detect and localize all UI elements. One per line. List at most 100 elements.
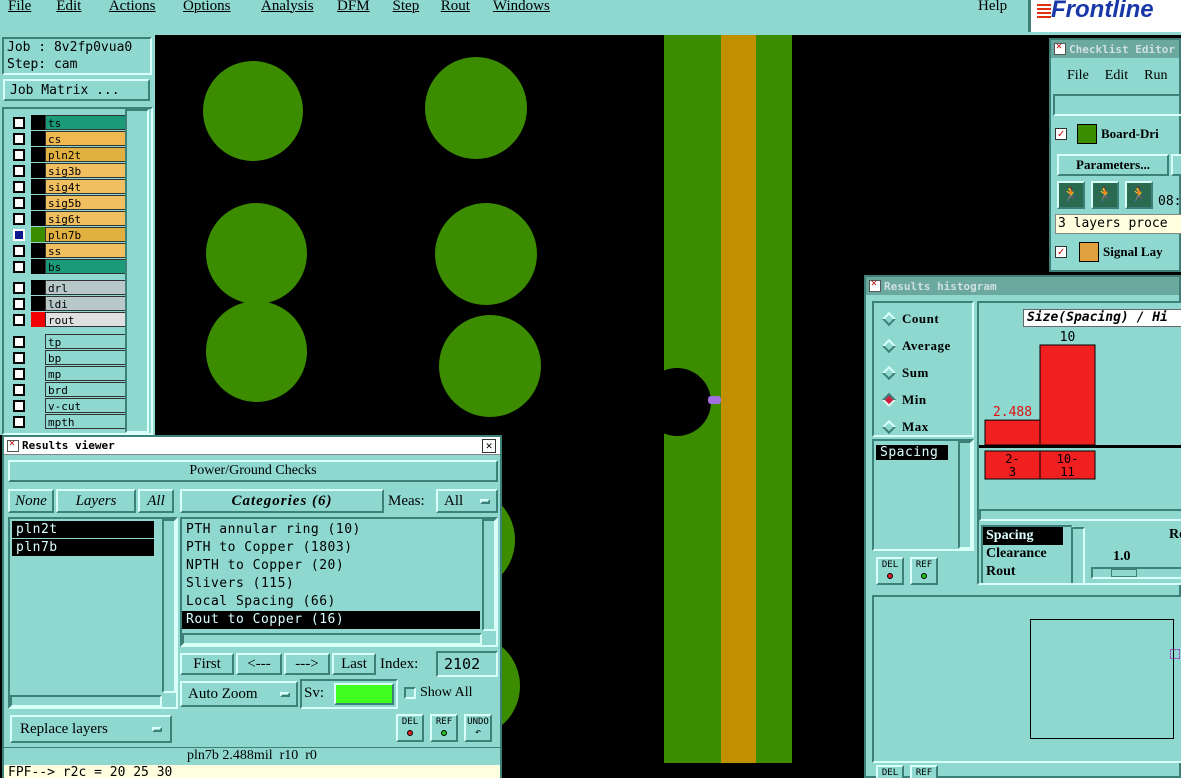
radio-diamond-icon[interactable]: [881, 311, 897, 326]
parameters-button[interactable]: Parameters...: [1057, 154, 1169, 176]
slider-thumb[interactable]: [1111, 569, 1137, 577]
layer-row-mpth[interactable]: mpth: [9, 414, 127, 429]
checklist-menu-edit[interactable]: Edit: [1105, 68, 1128, 84]
menu-item-options[interactable]: Options: [183, 0, 231, 15]
mode-radio-min[interactable]: Min: [874, 386, 972, 413]
layer-color-swatch[interactable]: [31, 350, 45, 365]
layer-checkbox-icon[interactable]: [13, 313, 25, 326]
layer-color-swatch[interactable]: [31, 259, 45, 274]
layer-row-ss[interactable]: ss: [9, 243, 127, 258]
replace-layers-button[interactable]: Replace layers: [10, 715, 172, 743]
histogram-ref-button-2[interactable]: REF: [910, 765, 938, 778]
job-matrix-button[interactable]: Job Matrix ...: [3, 79, 150, 101]
mode-radio-sum[interactable]: Sum: [874, 359, 972, 386]
menu-item-rout[interactable]: Rout: [441, 0, 470, 15]
layer-name[interactable]: brd: [45, 382, 127, 397]
histogram-del-button-2[interactable]: DEL: [876, 765, 904, 778]
layer-results-vscroll[interactable]: [162, 519, 176, 693]
layer-checkbox-icon[interactable]: [13, 297, 25, 310]
categories-vscroll[interactable]: [482, 519, 496, 631]
layer-color-swatch[interactable]: [31, 414, 45, 429]
layer-name[interactable]: mpth: [45, 414, 127, 429]
layer-row-rout[interactable]: rout: [9, 312, 127, 327]
layer-checkbox-icon[interactable]: [13, 335, 25, 348]
layer-color-swatch[interactable]: [31, 163, 45, 178]
menu-item-windows[interactable]: Windows: [493, 0, 550, 15]
none-button[interactable]: None: [8, 489, 54, 513]
layer-color-swatch[interactable]: [31, 280, 45, 295]
rv-ref-button[interactable]: REF: [430, 714, 458, 742]
layer-name[interactable]: pln2t: [45, 147, 127, 162]
layer-checkbox-icon[interactable]: [13, 116, 25, 129]
layer-checkbox-icon[interactable]: [13, 351, 25, 364]
layer-row-pln7b[interactable]: pln7b: [9, 227, 127, 242]
section-button[interactable]: Power/Ground Checks: [8, 460, 498, 482]
category-item[interactable]: PTH annular ring (10): [182, 521, 480, 539]
radio-diamond-icon[interactable]: [881, 419, 897, 434]
auto-zoom-select[interactable]: Auto Zoom: [180, 681, 298, 707]
histogram-bar[interactable]: [1039, 344, 1096, 446]
layer-checkbox-icon[interactable]: [13, 244, 25, 257]
category-item[interactable]: PTH to Copper (1803): [182, 539, 480, 557]
layer-row-bp[interactable]: bp: [9, 350, 127, 365]
rv-undo-button[interactable]: UNDO ↶: [464, 714, 492, 742]
histogram-bar[interactable]: [984, 419, 1041, 446]
layer-row-sig5b[interactable]: sig5b: [9, 195, 127, 210]
result-layer-item[interactable]: pln7b: [12, 539, 154, 556]
layer-color-swatch[interactable]: [31, 366, 45, 381]
more-button[interactable]: [1171, 154, 1181, 176]
histogram-ref-button[interactable]: REF: [910, 557, 938, 585]
layer-row-tp[interactable]: tp: [9, 334, 127, 349]
run-stop-icon[interactable]: 🏃: [1125, 181, 1153, 209]
category-item[interactable]: NPTH to Copper (20): [182, 557, 480, 575]
layer-checkbox-icon[interactable]: [13, 148, 25, 161]
layer-name[interactable]: sig3b: [45, 163, 127, 178]
checkbox-icon[interactable]: [404, 687, 416, 699]
run-action-icon[interactable]: 🏃: [1057, 181, 1085, 209]
layer-name[interactable]: cs: [45, 131, 127, 146]
radio-diamond-icon[interactable]: [881, 338, 897, 353]
measure-scrollbar[interactable]: [1071, 527, 1085, 583]
layer-row-ts[interactable]: ts: [9, 115, 127, 130]
layer-name[interactable]: rout: [45, 312, 127, 327]
menu-help[interactable]: Help: [978, 0, 1007, 15]
layer-name[interactable]: v-cut: [45, 398, 127, 413]
menu-item-analysis[interactable]: Analysis: [261, 0, 314, 15]
sv-color-select[interactable]: [334, 683, 394, 705]
index-input[interactable]: 2102: [436, 651, 498, 677]
window-menu-icon[interactable]: [869, 278, 881, 292]
layer-row-sig3b[interactable]: sig3b: [9, 163, 127, 178]
layer-checkbox-icon[interactable]: [13, 180, 25, 193]
layer-list-scrollbar[interactable]: [125, 109, 149, 433]
layer-name[interactable]: bp: [45, 350, 127, 365]
menu-item-file[interactable]: File: [8, 0, 31, 15]
histogram-del-button[interactable]: DEL: [876, 557, 904, 585]
measure-item[interactable]: Spacing: [983, 527, 1063, 545]
layer-name[interactable]: sig4t: [45, 179, 127, 194]
checkbox-checked-icon[interactable]: ✓: [1055, 246, 1067, 258]
layer-color-swatch[interactable]: [31, 243, 45, 258]
layer-row-brd[interactable]: brd: [9, 382, 127, 397]
layer-color-swatch[interactable]: [31, 227, 45, 242]
layer-results-hscroll[interactable]: [10, 695, 162, 707]
layer-color-swatch[interactable]: [31, 334, 45, 349]
layer-checkbox-icon[interactable]: [13, 196, 25, 209]
menu-item-step[interactable]: Step: [393, 0, 420, 15]
layer-name[interactable]: sig6t: [45, 211, 127, 226]
rv-del-button[interactable]: DEL: [396, 714, 424, 742]
layer-name[interactable]: ss: [45, 243, 127, 258]
layer-row-cs[interactable]: cs: [9, 131, 127, 146]
layer-name[interactable]: sig5b: [45, 195, 127, 210]
layer-color-swatch[interactable]: [31, 131, 45, 146]
layer-row-bs[interactable]: bs: [9, 259, 127, 274]
checklist-menu-file[interactable]: File: [1067, 68, 1089, 84]
prev-button[interactable]: <---: [236, 653, 282, 675]
next-button[interactable]: --->: [284, 653, 330, 675]
menu-item-actions[interactable]: Actions: [109, 0, 156, 15]
radio-diamond-icon[interactable]: [881, 392, 897, 407]
checkbox-checked-icon[interactable]: ✓: [1055, 128, 1067, 140]
layer-checkbox-icon[interactable]: [13, 260, 25, 273]
window-menu-icon[interactable]: [7, 438, 19, 452]
layer-row-v-cut[interactable]: v-cut: [9, 398, 127, 413]
last-button[interactable]: Last: [332, 653, 376, 675]
